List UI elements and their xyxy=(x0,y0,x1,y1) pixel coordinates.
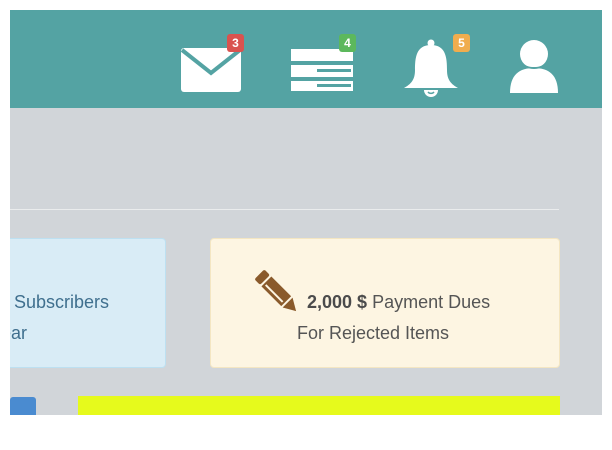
yellow-bar xyxy=(78,396,560,415)
subscribers-line1: Subscribers xyxy=(14,292,110,312)
tasks-badge: 4 xyxy=(339,34,356,52)
user-button[interactable] xyxy=(504,32,574,102)
payment-line1: 2,000 $ Payment Dues xyxy=(307,292,490,313)
pencil-icon xyxy=(255,270,297,312)
payment-line2: For Rejected Items xyxy=(297,323,450,343)
subscribers-line2: ear xyxy=(10,323,28,343)
blue-tab[interactable] xyxy=(10,397,36,415)
payment-amount: 2,000 $ xyxy=(307,292,368,312)
app-viewport: 3 4 5 Subscribers ar 2,000 $ Payment Due… xyxy=(10,10,602,415)
messages-button[interactable]: 3 xyxy=(168,32,244,102)
subscribers-card: Subscribers ear xyxy=(10,238,166,368)
payment-label: Payment Dues xyxy=(367,292,491,312)
tasks-button[interactable]: 4 xyxy=(280,32,356,102)
user-icon xyxy=(510,40,558,93)
notifications-button[interactable]: 5 xyxy=(396,32,470,102)
top-navbar: 3 4 5 xyxy=(10,10,602,108)
content-divider xyxy=(10,209,559,210)
notifications-badge: 5 xyxy=(453,34,470,52)
messages-badge: 3 xyxy=(227,34,244,52)
payment-dues-card: 2,000 $ Payment Dues For Rejected Items xyxy=(210,238,560,368)
